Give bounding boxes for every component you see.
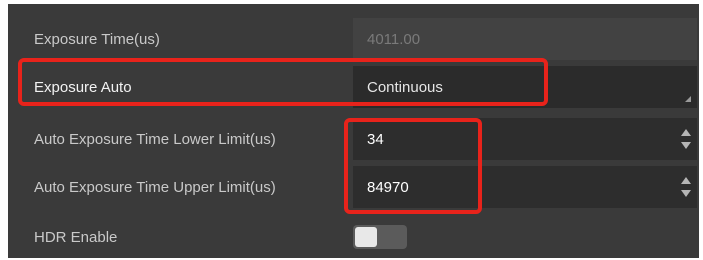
property-label-upper-limit: Auto Exposure Time Upper Limit(us)	[34, 178, 276, 196]
lower-limit-value: 34	[367, 130, 384, 148]
spin-up-icon[interactable]	[681, 177, 691, 184]
exposure-auto-dropdown[interactable]: Continuous	[353, 66, 697, 108]
upper-limit-spinbox[interactable]: 84970	[353, 166, 697, 208]
exposure-auto-value: Continuous	[367, 78, 443, 96]
spin-arrows-icon[interactable]	[681, 177, 691, 197]
exposure-time-field: 4011.00	[353, 18, 697, 60]
property-row-exposure-time: Exposure Time(us) 4011.00	[8, 16, 699, 62]
spin-arrows-icon[interactable]	[681, 129, 691, 149]
lower-limit-spinbox[interactable]: 34	[353, 118, 697, 160]
toggle-knob	[355, 227, 377, 247]
upper-limit-value: 84970	[367, 178, 409, 196]
spin-up-icon[interactable]	[681, 129, 691, 136]
property-row-lower-limit: Auto Exposure Time Lower Limit(us) 34	[8, 116, 699, 162]
spin-down-icon[interactable]	[681, 142, 691, 149]
property-label-hdr-enable: HDR Enable	[34, 228, 118, 246]
dropdown-corner-icon	[685, 96, 691, 102]
property-row-hdr-enable: HDR Enable	[8, 214, 699, 260]
property-label-exposure-time: Exposure Time(us)	[34, 30, 160, 48]
camera-properties-panel: Exposure Time(us) 4011.00 Exposure Auto …	[8, 4, 699, 258]
hdr-enable-toggle[interactable]	[353, 225, 407, 249]
property-label-lower-limit: Auto Exposure Time Lower Limit(us)	[34, 130, 276, 148]
spin-down-icon[interactable]	[681, 190, 691, 197]
property-label-exposure-auto: Exposure Auto	[34, 78, 132, 96]
property-row-exposure-auto: Exposure Auto Continuous	[8, 64, 699, 110]
property-row-upper-limit: Auto Exposure Time Upper Limit(us) 84970	[8, 164, 699, 210]
